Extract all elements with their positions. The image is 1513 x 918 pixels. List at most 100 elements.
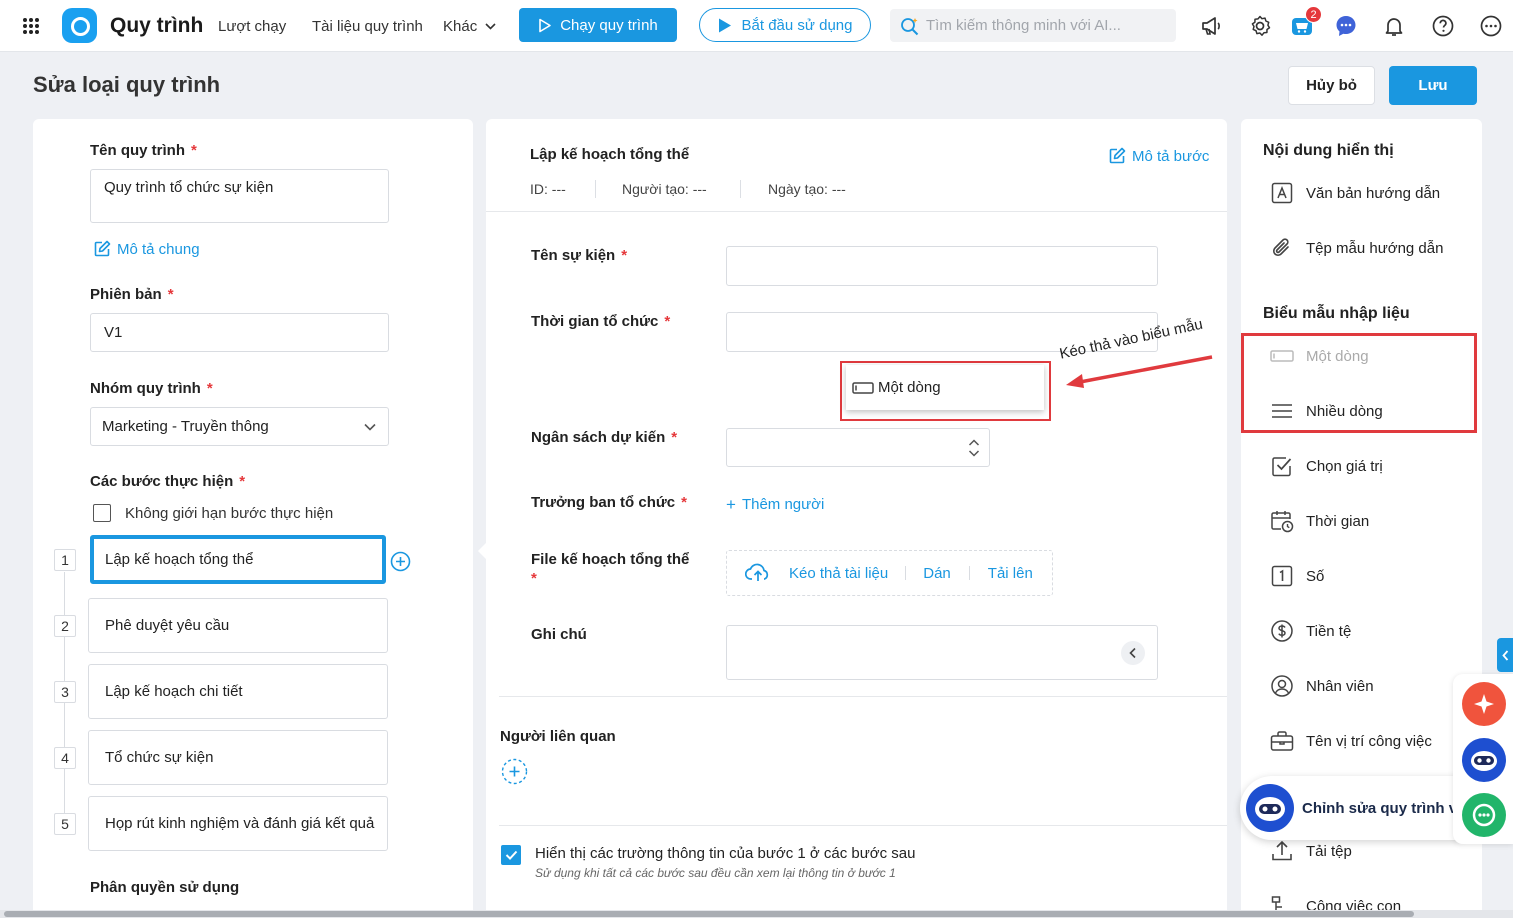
process-group-value: Marketing - Truyền thông: [102, 418, 269, 435]
step-number-2: 2: [54, 615, 76, 637]
ai-edit-process-chat[interactable]: Chỉnh sửa quy trình với AI: [1240, 776, 1460, 840]
ai-edit-process-label: Chỉnh sửa quy trình với AI: [1302, 799, 1460, 817]
add-related-person-icon[interactable]: [501, 758, 528, 785]
panel-pointer-arrow: [478, 543, 486, 559]
component-multi-line-label: Nhiều dòng: [1306, 402, 1383, 420]
apps-grid-icon[interactable]: [22, 17, 40, 35]
add-step-plus-icon[interactable]: [390, 551, 411, 572]
event-name-label: Tên sự kiện *: [531, 247, 628, 264]
dollar-circle-icon: [1270, 619, 1294, 643]
step-item-1[interactable]: Lập kế hoạch tổng thể: [90, 535, 386, 584]
note-textarea[interactable]: [726, 625, 1158, 680]
general-description-link[interactable]: Mô tả chung: [93, 240, 200, 258]
robot-assistant-icon[interactable]: [1462, 738, 1506, 782]
support-chat-icon[interactable]: [1462, 793, 1506, 837]
nav-process-docs[interactable]: Tài liệu quy trình: [312, 18, 423, 35]
page-title: Sửa loại quy trình: [33, 72, 221, 97]
horizontal-scrollbar-thumb[interactable]: [4, 911, 1414, 917]
app-logo-icon[interactable]: [62, 8, 97, 43]
nav-more[interactable]: Khác: [443, 18, 496, 35]
step-id: ID: ---: [530, 181, 566, 197]
component-currency[interactable]: Tiền tệ: [1270, 619, 1351, 643]
version-input[interactable]: V1: [90, 313, 389, 352]
ai-search-input[interactable]: [926, 17, 1166, 34]
edit-icon: [94, 240, 111, 257]
step-number-1: 1: [54, 549, 76, 571]
component-time[interactable]: Thời gian: [1270, 509, 1369, 533]
step-item-4[interactable]: Tổ chức sự kiện: [88, 730, 388, 785]
show-fields-checkbox[interactable]: [501, 845, 521, 865]
permission-label: Phân quyền sử dụng: [90, 879, 240, 896]
component-employee-label: Nhân viên: [1306, 677, 1374, 695]
budget-label: Ngân sách dự kiến *: [531, 429, 678, 446]
step-item-5[interactable]: Họp rút kinh nghiệm và đánh giá kết quả: [88, 796, 388, 851]
show-fields-label: Hiển thị các trường thông tin của bước 1…: [535, 845, 916, 862]
run-process-button[interactable]: Chạy quy trình: [519, 8, 677, 42]
cancel-button[interactable]: Hủy bỏ: [1288, 66, 1375, 105]
drag-drop-files-link[interactable]: Kéo thả tài liệu: [789, 565, 888, 582]
file-upload-zone[interactable]: Kéo thả tài liệu Dán Tải lên: [726, 550, 1053, 596]
process-group-select[interactable]: Marketing - Truyền thông: [90, 407, 389, 446]
chat-bubble-icon[interactable]: [1334, 14, 1358, 38]
display-content-heading: Nội dung hiển thị: [1263, 142, 1394, 159]
component-time-label: Thời gian: [1306, 512, 1370, 530]
event-name-input[interactable]: [726, 246, 1158, 286]
step-item-3[interactable]: Lập kế hoạch chi tiết: [88, 664, 388, 719]
version-label: Phiên bản *: [90, 286, 174, 303]
nav-more-label: Khác: [443, 18, 478, 35]
add-person-link[interactable]: + Thêm người: [726, 496, 824, 513]
component-number[interactable]: Số: [1270, 564, 1324, 588]
step-creator: Người tạo: ---: [622, 181, 707, 197]
organizer-head-label: Trưởng ban tổ chức *: [531, 494, 687, 511]
component-guide-file-label: Tệp mẫu hướng dẫn: [1306, 239, 1444, 257]
dragged-single-line-chip[interactable]: Một dòng: [846, 365, 1044, 410]
app-title[interactable]: Quy trình: [110, 14, 203, 38]
ai-sparkle-icon[interactable]: [1462, 682, 1506, 726]
plus-icon: +: [726, 495, 736, 514]
meta-divider: [740, 180, 741, 198]
help-icon[interactable]: [1431, 14, 1455, 38]
ai-search-icon: [901, 17, 919, 35]
component-guide-file[interactable]: Tệp mẫu hướng dẫn: [1270, 236, 1443, 260]
megaphone-icon[interactable]: [1200, 14, 1224, 38]
more-options-icon[interactable]: [1479, 14, 1503, 38]
required-asterisk: *: [531, 570, 537, 587]
play-icon: [718, 18, 731, 32]
collapse-toolbar-icon[interactable]: [1497, 638, 1513, 672]
checkbox-unchecked-icon: [93, 504, 111, 522]
process-name-input[interactable]: Quy trình tổ chức sự kiện: [90, 169, 389, 223]
component-job-position[interactable]: Tên vị trí công việc: [1270, 729, 1432, 753]
step-description-label: Mô tả bước: [1132, 147, 1210, 165]
component-upload-file[interactable]: Tải tệp: [1270, 839, 1352, 863]
briefcase-icon: [1270, 729, 1294, 753]
step-item-2[interactable]: Phê duyệt yêu cầu: [88, 598, 388, 653]
checkmark-icon: [505, 850, 517, 860]
gear-icon[interactable]: [1248, 14, 1272, 38]
component-guide-text[interactable]: Văn bản hướng dẫn: [1270, 181, 1440, 205]
paste-link[interactable]: Dán: [923, 565, 951, 582]
component-select[interactable]: Chọn giá trị: [1270, 454, 1383, 478]
spinner-arrows-icon[interactable]: [968, 436, 980, 460]
save-button[interactable]: Lưu: [1389, 66, 1477, 105]
collapse-left-icon[interactable]: [1121, 640, 1145, 665]
play-outline-icon: [539, 18, 552, 32]
header-divider: [486, 211, 1227, 212]
no-limit-checkbox[interactable]: Không giới hạn bước thực hiện: [93, 504, 333, 522]
component-single-line[interactable]: Một dòng: [1270, 344, 1369, 368]
budget-number-input[interactable]: [726, 428, 990, 467]
step-title: Lập kế hoạch tổng thể: [530, 146, 690, 163]
step-description-link[interactable]: Mô tả bước: [1108, 147, 1209, 165]
component-multi-line[interactable]: Nhiều dòng: [1270, 399, 1383, 423]
component-employee[interactable]: Nhân viên: [1270, 674, 1374, 698]
event-time-label: Thời gian tổ chức *: [531, 313, 671, 330]
steps-label: Các bước thực hiện *: [90, 473, 246, 490]
start-using-button[interactable]: Bắt đầu sử dụng: [699, 8, 871, 42]
upload-link[interactable]: Tải lên: [988, 565, 1033, 582]
form-fields-heading: Biểu mẫu nhập liệu: [1263, 305, 1410, 322]
ai-search-box[interactable]: [890, 9, 1176, 42]
bell-icon[interactable]: [1382, 14, 1406, 38]
nav-runs[interactable]: Lượt chạy: [218, 18, 286, 35]
chevron-down-icon: [485, 23, 496, 30]
process-name-label: Tên quy trình *: [90, 142, 197, 159]
paperclip-icon: [1270, 236, 1294, 260]
